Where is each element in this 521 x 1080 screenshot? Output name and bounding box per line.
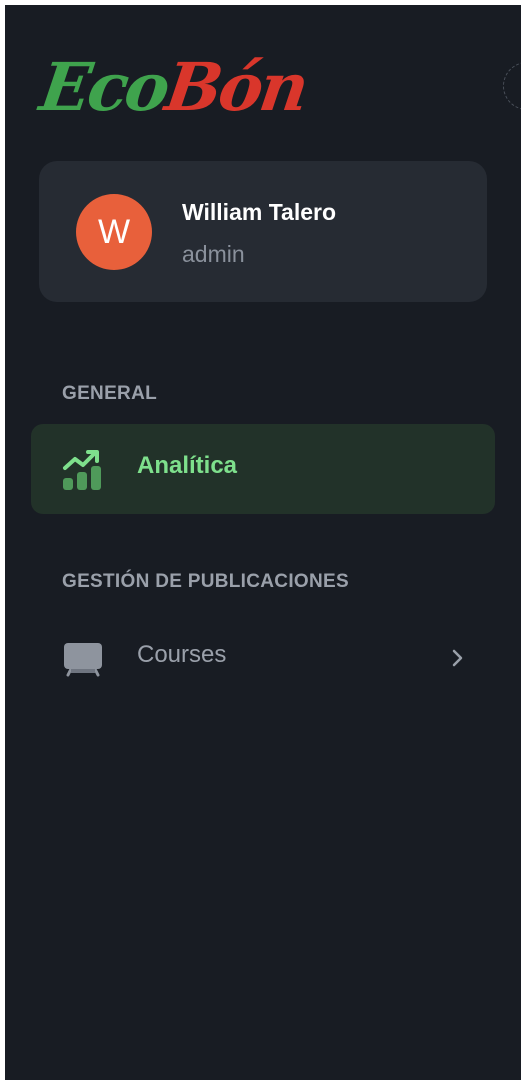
- section-title-general: GENERAL: [62, 383, 157, 404]
- avatar-initial: W: [97, 212, 131, 251]
- user-role: admin: [182, 241, 245, 267]
- nav-item-courses[interactable]: Courses: [31, 613, 495, 703]
- analytics-chart-icon: [63, 450, 101, 490]
- user-card[interactable]: W William Talero admin: [39, 161, 487, 302]
- sidebar: EcoBón W William Talero admin GENERAL An…: [5, 5, 521, 1080]
- brand-logo-part1: Eco: [35, 48, 172, 126]
- sidebar-collapse-toggle[interactable]: [503, 62, 521, 110]
- user-name: William Talero: [182, 199, 337, 225]
- nav-item-analitica[interactable]: Analítica: [31, 424, 495, 514]
- nav-item-label: Courses: [137, 641, 227, 668]
- brand-logo[interactable]: EcoBón: [35, 39, 311, 129]
- avatar: W: [76, 194, 152, 270]
- section-title-publications: GESTIÓN DE PUBLICACIONES: [62, 571, 349, 592]
- nav-item-label: Analítica: [137, 452, 238, 479]
- brand-logo-part2: Bón: [161, 48, 311, 126]
- screen-board-icon: [64, 643, 102, 677]
- chevron-right-icon[interactable]: [449, 645, 467, 671]
